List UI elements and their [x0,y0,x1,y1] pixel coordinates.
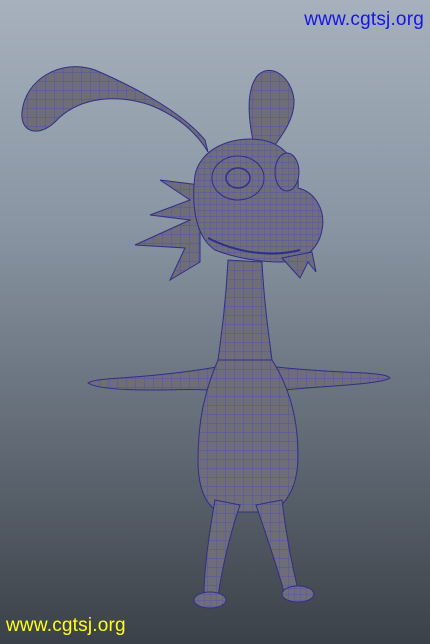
watermark-bottom: www.cgtsj.org [6,615,126,636]
watermark-top: www.cgtsj.org [304,9,424,30]
right-leg [255,499,299,593]
head [193,138,324,263]
character-model[interactable] [0,0,430,644]
right-eye [274,152,300,192]
left-leg [203,499,241,597]
torso [197,359,299,513]
right-foot [281,585,315,603]
left-eye [211,155,265,201]
left-ear [21,66,209,153]
left-arm [87,365,223,393]
head-spikes [134,179,201,282]
neck [217,259,273,361]
3d-viewport[interactable]: www.cgtsj.org www.cgtsj.org [0,0,430,644]
left-foot [193,591,227,609]
